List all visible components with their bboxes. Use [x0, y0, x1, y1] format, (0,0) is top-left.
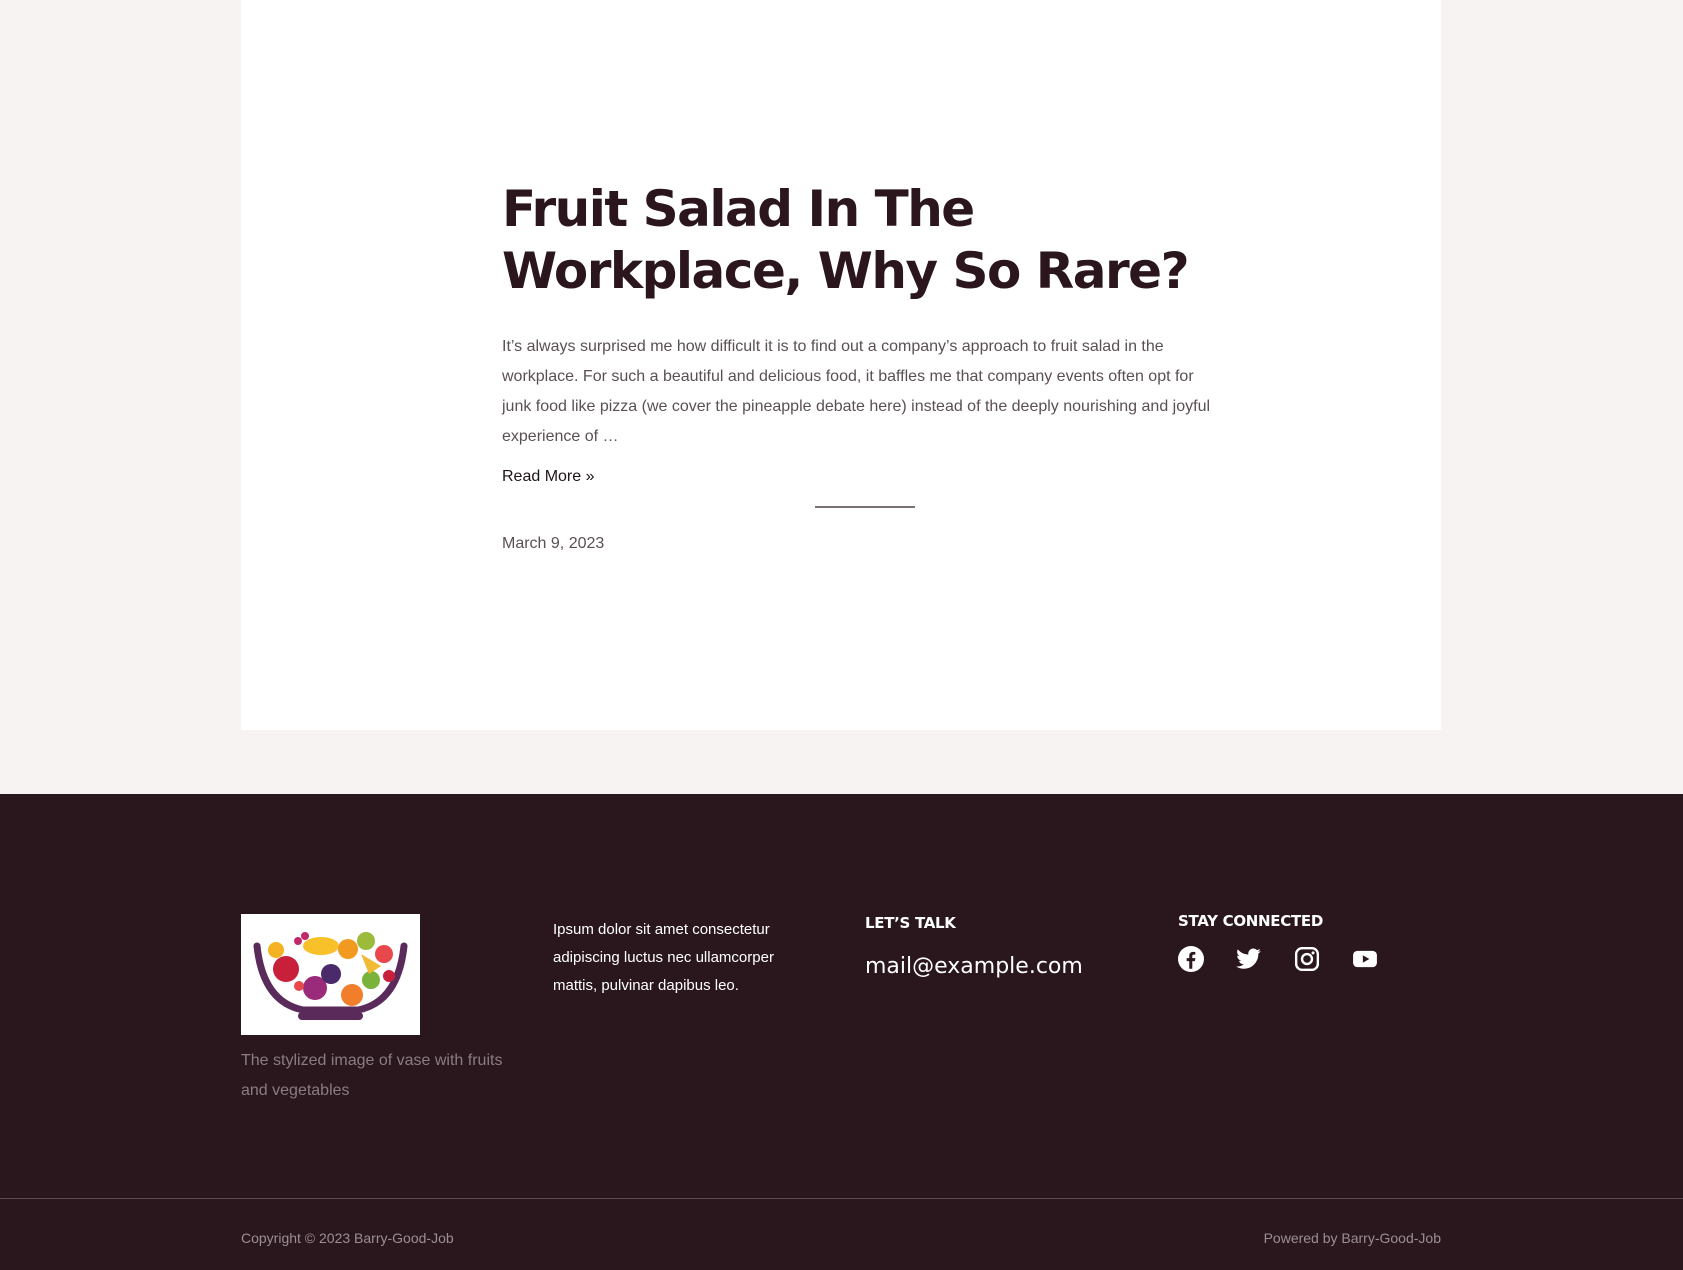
logo-caption: The stylized image of vase with fruits a…	[241, 1052, 503, 1099]
stay-connected-heading: STAY CONNECTED	[1178, 912, 1323, 930]
twitter-icon[interactable]	[1236, 946, 1262, 972]
post-date: March 9, 2023	[502, 535, 605, 552]
powered-by-text: Powered by Barry-Good-Job	[1263, 1230, 1441, 1246]
lets-talk-widget: LET’S TALK mail@example.com	[865, 914, 1125, 979]
footer-logo[interactable]	[241, 914, 420, 1035]
footer-about-text: Ipsum dolor sit amet consectetur adipisc…	[553, 921, 774, 994]
blog-post: Fruit Salad In The Workplace, Why So Rar…	[502, 178, 1222, 486]
site-footer: The stylized image of vase with fruits a…	[0, 794, 1683, 1270]
email-link[interactable]: mail@example.com	[865, 954, 1125, 979]
post-title[interactable]: Fruit Salad In The Workplace, Why So Rar…	[502, 178, 1222, 302]
youtube-icon[interactable]	[1352, 946, 1378, 972]
footer-widgets: The stylized image of vase with fruits a…	[241, 912, 1441, 1114]
fruit-bowl-logo-icon	[241, 914, 420, 1035]
instagram-icon[interactable]	[1294, 946, 1320, 972]
lets-talk-heading: LET’S TALK	[865, 914, 956, 932]
copyright-text: Copyright © 2023 Barry-Good-Job	[241, 1230, 454, 1246]
stay-connected-widget: STAY CONNECTED	[1178, 912, 1438, 972]
post-divider	[815, 506, 915, 508]
post-excerpt: It’s always surprised me how difficult i…	[502, 338, 1211, 445]
read-more-link[interactable]: Read More »	[502, 468, 595, 486]
facebook-icon[interactable]	[1178, 946, 1204, 972]
footer-separator	[0, 1198, 1683, 1199]
social-links	[1178, 946, 1438, 972]
